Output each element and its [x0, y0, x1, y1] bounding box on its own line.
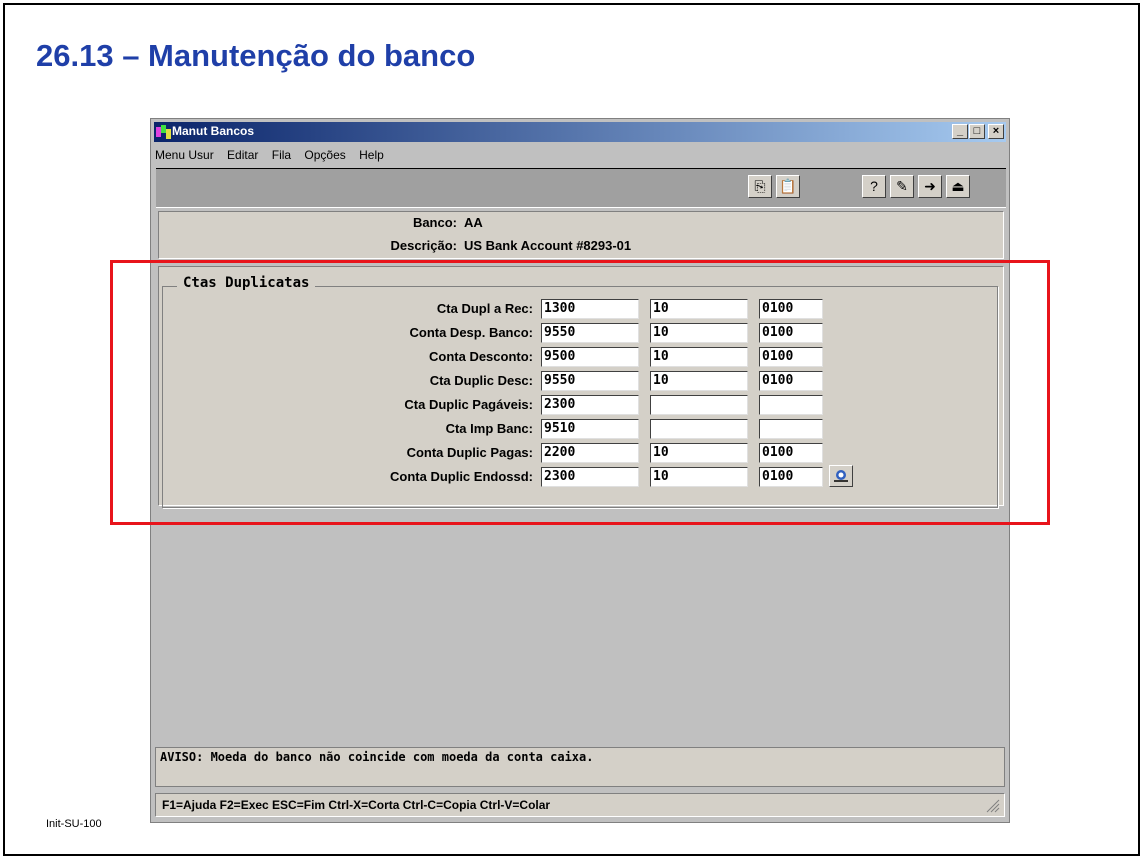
close-icon[interactable]: × — [988, 124, 1004, 139]
minimize-icon[interactable]: _ — [952, 124, 968, 139]
slide-footer-id: Init-SU-100 — [46, 818, 102, 830]
highlight-box — [110, 260, 1050, 525]
window-titlebar[interactable]: Manut Bancos _ □ × — [154, 122, 1006, 142]
help-context-icon[interactable]: ? — [862, 175, 886, 198]
toolbar: ⎘ 📋 ? ✎ ➜ ⏏ — [156, 168, 1006, 208]
maximize-icon[interactable]: □ — [969, 124, 985, 139]
copy-icon[interactable]: ⎘ — [748, 175, 772, 198]
next-record-icon[interactable]: ➜ — [918, 175, 942, 198]
descricao-value: US Bank Account #8293-01 — [464, 238, 632, 253]
header-panel: Banco: AA Descrição: US Bank Account #82… — [158, 211, 1004, 259]
status-bar-text: F1=Ajuda F2=Exec ESC=Fim Ctrl-X=Corta Ct… — [162, 798, 551, 812]
menu-usur[interactable]: Menu Usur — [155, 145, 214, 165]
menu-opcoes[interactable]: Opções — [304, 145, 345, 165]
banco-label: Banco: — [412, 215, 457, 230]
window-title: Manut Bancos — [172, 124, 255, 138]
menu-editar[interactable]: Editar — [227, 145, 258, 165]
banco-value: AA — [464, 215, 483, 230]
paste-icon[interactable]: 📋 — [776, 175, 800, 198]
slide-title: 26.13 – Manutenção do banco — [36, 38, 476, 73]
exit-icon[interactable]: ⏏ — [946, 175, 970, 198]
app-icon — [156, 125, 171, 139]
menu-fila[interactable]: Fila — [272, 145, 291, 165]
warning-message: AVISO: Moeda do banco não coincide com m… — [155, 747, 1005, 787]
empty-form-area — [154, 511, 1006, 743]
descricao-label: Descrição: — [390, 238, 457, 253]
menubar: Menu Usur Editar Fila Opções Help — [155, 145, 1005, 165]
help-edit-icon[interactable]: ✎ — [890, 175, 914, 198]
resize-grip-icon[interactable] — [986, 799, 1000, 813]
status-bar: F1=Ajuda F2=Exec ESC=Fim Ctrl-X=Corta Ct… — [155, 793, 1005, 817]
menu-help[interactable]: Help — [359, 145, 384, 165]
